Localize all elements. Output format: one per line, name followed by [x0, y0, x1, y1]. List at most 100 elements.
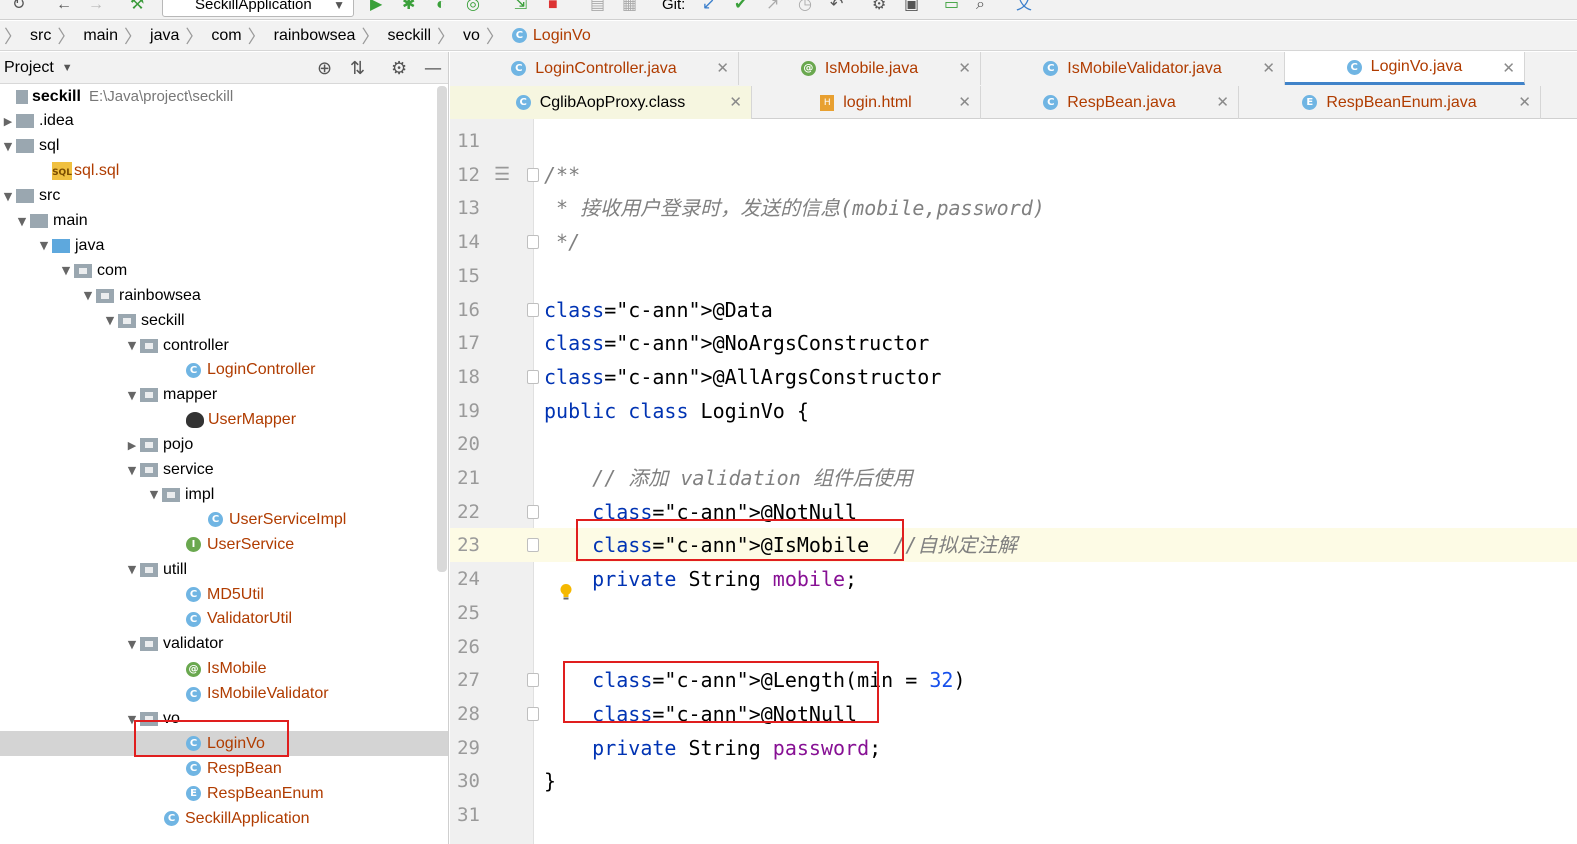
tree-node[interactable]: ▼ utill	[0, 557, 448, 582]
tree-node[interactable]: ▼ controller	[0, 333, 448, 358]
tree-node[interactable]: seckill E:\Java\project\seckill	[0, 84, 448, 109]
presentation-icon[interactable]: ▭	[944, 0, 959, 16]
fold-marker-icon[interactable]	[527, 369, 539, 384]
expanded-arrow-icon[interactable]: ▼	[124, 339, 140, 352]
code-editor[interactable]: 11 12 ☰ /** 13 * 接收用户登录时，发送的信息(mobile,passwo…	[450, 119, 1577, 844]
settings-wrench-icon[interactable]: ⚙	[872, 0, 886, 16]
tree-node[interactable]: ▶ pojo	[0, 433, 448, 458]
tree-node[interactable]: @ IsMobile	[0, 657, 448, 682]
expanded-arrow-icon[interactable]: ▼	[14, 215, 30, 228]
tab-login-html[interactable]: H login.html ✕	[752, 86, 981, 119]
project-structure-icon[interactable]: ▤	[590, 0, 605, 16]
expanded-arrow-icon[interactable]: ▼	[124, 464, 140, 477]
code-line[interactable]: 15	[450, 259, 1577, 293]
translate-icon[interactable]: 文	[1016, 0, 1032, 16]
run-icon[interactable]: ▶	[370, 0, 382, 16]
sdk-icon[interactable]: ▦	[622, 0, 637, 16]
tab-respbeanenum[interactable]: E RespBeanEnum.java ✕	[1239, 86, 1541, 119]
lightbulb-icon[interactable]	[559, 583, 573, 601]
breadcrumb-item-seckill[interactable]: seckill	[387, 27, 431, 45]
tree-node[interactable]: ▼ sql	[0, 134, 448, 159]
close-icon[interactable]: ✕	[1502, 59, 1515, 77]
fold-marker-icon[interactable]	[527, 673, 539, 688]
expanded-arrow-icon[interactable]: ▼	[36, 239, 52, 252]
code-line[interactable]: 11	[450, 124, 1577, 158]
git-commit-icon[interactable]: ✔	[734, 0, 747, 16]
breadcrumb-item-com[interactable]: com	[211, 27, 241, 45]
expanded-arrow-icon[interactable]: ▼	[124, 638, 140, 651]
tree-node[interactable]: C SeckillApplication	[0, 806, 448, 831]
tab-ismobilevalidator[interactable]: C IsMobileValidator.java ✕	[981, 52, 1285, 85]
code-line[interactable]: 14 */	[450, 225, 1577, 259]
tree-node[interactable]: ▶ .idea	[0, 109, 448, 134]
git-rollback-icon[interactable]: ↶	[830, 0, 843, 16]
locate-file-icon[interactable]: ⊕	[317, 58, 332, 79]
profile-icon[interactable]: ◎	[466, 0, 480, 16]
tree-node[interactable]: C LoginController	[0, 358, 448, 383]
tree-node[interactable]: C IsMobileValidator	[0, 682, 448, 707]
tree-node[interactable]: ▼ mapper	[0, 383, 448, 408]
tree-node[interactable]: ▼ com	[0, 258, 448, 283]
tree-node[interactable]: ▼ java	[0, 233, 448, 258]
tree-node[interactable]: C RespBean	[0, 756, 448, 781]
code-line[interactable]: 21 // 添加 validation 组件后使用	[450, 461, 1577, 495]
breadcrumb-item-vo[interactable]: vo	[463, 27, 480, 45]
tree-node[interactable]: ▼ rainbowsea	[0, 283, 448, 308]
tree-node[interactable]: C ValidatorUtil	[0, 607, 448, 632]
breadcrumb-item-java[interactable]: java	[150, 27, 179, 45]
git-history-icon[interactable]: ◷	[798, 0, 812, 16]
close-icon[interactable]: ✕	[1262, 59, 1275, 77]
code-line[interactable]: 29 private String password;	[450, 731, 1577, 765]
project-tree-scrollbar[interactable]	[437, 86, 447, 572]
attach-icon[interactable]: ⇲	[514, 0, 527, 16]
back-icon[interactable]: ←	[56, 0, 72, 16]
code-line[interactable]: 13 * 接收用户登录时，发送的信息(mobile,password)	[450, 191, 1577, 225]
debug-icon[interactable]: ✱	[402, 0, 415, 16]
tree-node[interactable]: ▼ service	[0, 458, 448, 483]
close-icon[interactable]: ✕	[716, 59, 729, 77]
breadcrumb-item-src[interactable]: src	[30, 27, 51, 45]
expanded-arrow-icon[interactable]: ▼	[0, 190, 16, 203]
fold-marker-icon[interactable]	[527, 706, 539, 721]
run-configuration-select[interactable]: SeckillApplication ▼	[162, 0, 354, 17]
expanded-arrow-icon[interactable]: ▼	[124, 563, 140, 576]
fold-marker-icon[interactable]	[527, 538, 539, 553]
code-line[interactable]: 24 private String mobile;	[450, 562, 1577, 596]
code-line[interactable]: 25	[450, 596, 1577, 630]
coverage-icon[interactable]: ◐	[436, 0, 446, 16]
expanded-arrow-icon[interactable]: ▼	[102, 314, 118, 327]
tree-node[interactable]: ▼ validator	[0, 632, 448, 657]
forward-icon[interactable]: →	[88, 0, 104, 16]
breadcrumb-item-rainbowsea[interactable]: rainbowsea	[274, 27, 356, 45]
code-line[interactable]: 26	[450, 630, 1577, 664]
git-push-icon[interactable]: ↗	[766, 0, 779, 16]
git-update-icon[interactable]: ↙	[702, 0, 715, 16]
code-line[interactable]: 12 ☰ /**	[450, 158, 1577, 192]
expanded-arrow-icon[interactable]: ▼	[0, 140, 16, 153]
expanded-arrow-icon[interactable]: ▼	[58, 264, 74, 277]
gear-icon[interactable]: ⚙	[391, 58, 407, 79]
tree-node[interactable]: ▼ src	[0, 184, 448, 209]
tree-node[interactable]: ▼ seckill	[0, 308, 448, 333]
project-view-selector[interactable]: Project	[4, 59, 54, 77]
project-structure-icon-2[interactable]: ▣	[904, 0, 919, 16]
build-hammer-icon[interactable]: ⚒	[130, 0, 144, 16]
code-line[interactable]: 16 class="c-ann">@Data	[450, 293, 1577, 327]
code-line[interactable]: 17 class="c-ann">@NoArgsConstructor	[450, 326, 1577, 360]
tab-cglibaopproxy[interactable]: C CglibAopProxy.class ✕	[450, 86, 752, 119]
collapsed-arrow-icon[interactable]: ▶	[0, 115, 16, 128]
fold-marker-icon[interactable]	[527, 167, 539, 182]
breadcrumb-item-main[interactable]: main	[83, 27, 118, 45]
expanded-arrow-icon[interactable]: ▼	[80, 289, 96, 302]
close-icon[interactable]: ✕	[958, 93, 971, 111]
tree-node[interactable]: I UserService	[0, 532, 448, 557]
stop-icon[interactable]: ■	[548, 0, 558, 16]
close-icon[interactable]: ✕	[1518, 93, 1531, 111]
fold-marker-icon[interactable]	[527, 504, 539, 519]
expanded-arrow-icon[interactable]: ▼	[146, 488, 162, 501]
tab-logincontroller[interactable]: C LoginController.java ✕	[450, 52, 739, 85]
tab-ismobile[interactable]: @ IsMobile.java ✕	[739, 52, 981, 85]
close-icon[interactable]: ✕	[729, 93, 742, 111]
fold-marker-icon[interactable]	[527, 235, 539, 250]
close-icon[interactable]: ✕	[1216, 93, 1229, 111]
